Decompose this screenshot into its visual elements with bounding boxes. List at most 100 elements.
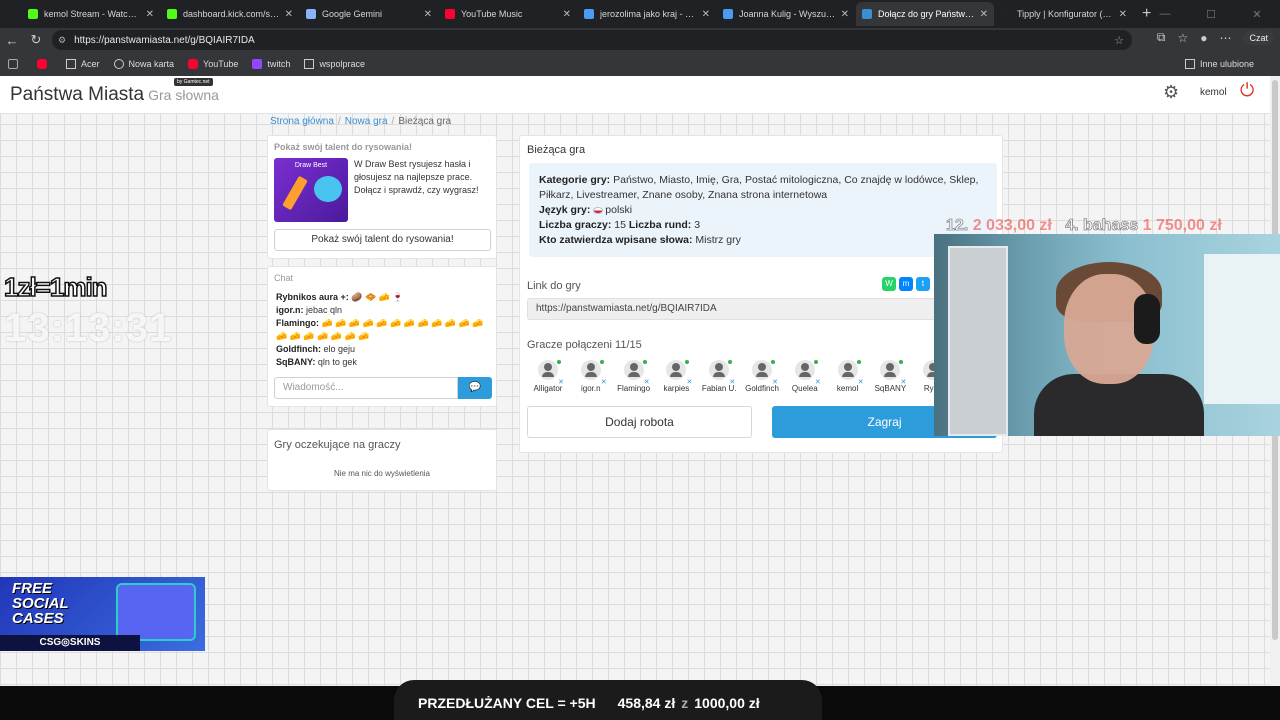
bookmark-apps-icon[interactable] — [8, 59, 23, 69]
address-bar-row: ← ↻ ⚙ https://panstwamiasta.net/g/BQIAIR… — [0, 28, 1280, 52]
browser-tab[interactable]: Dołącz do gry Państwa Miasta✕ — [856, 2, 994, 26]
kick-player-icon[interactable]: ✕ — [858, 378, 864, 386]
bookmark-wspolprace[interactable]: wspolprace — [304, 59, 365, 69]
browser-tab[interactable]: jerozolima jako kraj - Wyszu✕ — [578, 2, 716, 26]
messenger-icon[interactable]: m — [899, 277, 913, 291]
twitter-icon[interactable]: t — [916, 277, 930, 291]
tab-favicon — [28, 9, 38, 19]
draw-best-button[interactable]: Pokaż swój talent do rysowania! — [274, 229, 491, 251]
close-tab-icon[interactable]: ✕ — [841, 9, 849, 20]
close-tab-icon[interactable]: ✕ — [702, 9, 710, 20]
online-dot-icon — [728, 360, 733, 364]
player-item: ✕ Alligator — [527, 360, 569, 393]
close-tab-icon[interactable]: ✕ — [980, 9, 988, 20]
player-item: ✕ kemol — [827, 360, 869, 393]
kick-player-icon[interactable]: ✕ — [558, 378, 564, 386]
online-dot-icon — [856, 360, 861, 364]
chat-message: Flamingo: 🧀 🧀 🧀 🧀 🧀 🧀 🧀 🧀 🧀 🧀 🧀 🧀 🧀 🧀 🧀 … — [276, 318, 484, 341]
close-tab-icon[interactable]: ✕ — [424, 9, 432, 20]
user-avatar-icon — [623, 360, 644, 380]
close-tab-icon[interactable]: ✕ — [285, 9, 293, 20]
language-row: Język gry: polski — [539, 204, 633, 216]
whatsapp-icon[interactable]: W — [882, 277, 896, 291]
player-item: ✕ Quelea — [784, 360, 826, 393]
player-item: ✕ Goldfinch — [741, 360, 783, 393]
kick-player-icon[interactable]: ✕ — [901, 378, 907, 386]
browser-tab[interactable]: Tipply | Konfigurator (Twój o✕ — [995, 2, 1133, 26]
kick-player-icon[interactable]: ✕ — [729, 378, 735, 386]
reload-icon[interactable]: ↻ — [24, 32, 48, 48]
url-field[interactable]: ⚙ https://panstwamiasta.net/g/BQIAIR7IDA… — [52, 30, 1132, 50]
extensions-icon[interactable]: ⧉ — [1157, 30, 1166, 45]
chat-message-input[interactable]: Wiadomość... — [274, 377, 458, 399]
online-dot-icon — [899, 360, 904, 364]
csgoskins-promo-overlay: FREE SOCIAL CASES CSG◎SKINS — [0, 577, 205, 651]
chat-message: Rybnikos aura +: 🥔 🧇 🧀 🍷 — [276, 292, 404, 302]
browser-tab[interactable]: Joanna Kulig - Wyszukaj ✕ — [717, 2, 855, 26]
username[interactable]: kemol — [1200, 87, 1227, 98]
settings-gear-icon[interactable]: ⚙ — [1163, 82, 1179, 103]
online-dot-icon — [813, 360, 818, 364]
tab-favicon — [1001, 9, 1011, 19]
user-avatar-icon — [538, 360, 558, 380]
tab-favicon — [584, 9, 594, 19]
favorite-star-icon[interactable]: ☆ — [1114, 34, 1124, 47]
chat-message: igor.n: jebac qln — [276, 305, 343, 315]
bookmark-acer[interactable]: Acer — [66, 59, 100, 69]
close-window-icon[interactable]: ✕ — [1234, 0, 1280, 28]
speech-bubble-icon: 💬 — [468, 382, 482, 393]
breadcrumb-new-game-link[interactable]: Nowa gra — [345, 116, 388, 127]
logout-power-icon[interactable]: ⏻ — [1240, 80, 1254, 101]
current-game-panel: Bieżąca gra Kategorie gry: Państwo, Mias… — [519, 135, 1003, 453]
tab-favicon — [306, 9, 316, 19]
close-tab-icon[interactable]: ✕ — [1119, 9, 1127, 20]
poland-flag-icon — [593, 206, 604, 214]
copilot-chat-button[interactable]: Czat — [1243, 30, 1274, 45]
kick-player-icon[interactable]: ✕ — [687, 378, 693, 386]
browser-tab[interactable]: dashboard.kick.com/stream✕ — [161, 2, 299, 26]
back-icon[interactable]: ← — [0, 33, 24, 48]
minimize-icon[interactable]: — — [1142, 0, 1188, 28]
kick-player-icon[interactable]: ✕ — [644, 378, 650, 386]
user-avatar-icon — [709, 360, 730, 380]
chat-panel: Chat Rybnikos aura +: 🥔 🧇 🧀 🍷 igor.n: je… — [267, 266, 497, 407]
chat-send-button[interactable]: 💬 — [458, 377, 492, 399]
browser-tab[interactable]: Google Gemini ✕ — [300, 2, 438, 26]
breadcrumb-current: Bieżąca gra — [398, 116, 452, 127]
player-item: ✕ karpies — [655, 360, 697, 393]
draw-best-panel: Pokaż swój talent do rysowania! Draw Bes… — [267, 135, 497, 259]
site-info-icon[interactable]: ⚙ — [58, 35, 66, 46]
favorites-icon[interactable]: ☆ — [1177, 31, 1188, 45]
more-menu-icon[interactable]: ⋯ — [1219, 31, 1231, 45]
breadcrumb: Strona główna / Nowa gra / Bieżąca gra — [270, 116, 452, 127]
profile-avatar[interactable]: ● — [1200, 31, 1207, 45]
chat-messages: Rybnikos aura +: 🥔 🧇 🧀 🍷 igor.n: jebac q… — [276, 291, 492, 369]
goal-current: 458,84 zł — [617, 695, 676, 711]
close-tab-icon[interactable]: ✕ — [146, 9, 154, 20]
kick-player-icon[interactable]: ✕ — [601, 378, 607, 386]
other-bookmarks[interactable]: Inne ulubione — [1184, 59, 1254, 69]
close-tab-icon[interactable]: ✕ — [563, 9, 571, 20]
maximize-icon[interactable]: ☐ — [1188, 0, 1234, 28]
game-link-field[interactable]: https://panstwamiasta.net/g/BQIAIR7IDA — [527, 298, 997, 320]
approver-row: Kto zatwierdza wpisane słowa: Mistrz gry — [539, 234, 741, 246]
bookmark-youtube-red-icon[interactable] — [37, 59, 52, 69]
globe-icon — [113, 59, 124, 69]
bookmark-new-tab[interactable]: Nowa karta — [113, 59, 174, 69]
bookmark-twitch[interactable]: twitch — [252, 59, 290, 69]
browser-tab[interactable]: kemol Stream - Watch Live o✕ — [22, 2, 160, 26]
kick-player-icon[interactable]: ✕ — [815, 378, 821, 386]
webcam-overlay — [934, 234, 1280, 436]
user-avatar-icon — [880, 360, 901, 380]
online-dot-icon — [771, 360, 775, 364]
goal-target: 1000,00 zł — [694, 695, 760, 711]
draw-best-image[interactable]: Draw Best — [274, 158, 348, 222]
bookmark-youtube[interactable]: YouTube — [188, 59, 238, 69]
add-bot-button[interactable]: Dodaj robota — [527, 406, 752, 438]
user-avatar-icon — [666, 360, 687, 380]
breadcrumb-home-link[interactable]: Strona główna — [270, 116, 334, 127]
tab-favicon — [862, 9, 872, 19]
kick-player-icon[interactable]: ✕ — [772, 378, 778, 386]
site-logo[interactable]: Państwa Miasta Gra słowna — [10, 84, 219, 106]
browser-tab[interactable]: YouTube Music ✕ — [439, 2, 577, 26]
